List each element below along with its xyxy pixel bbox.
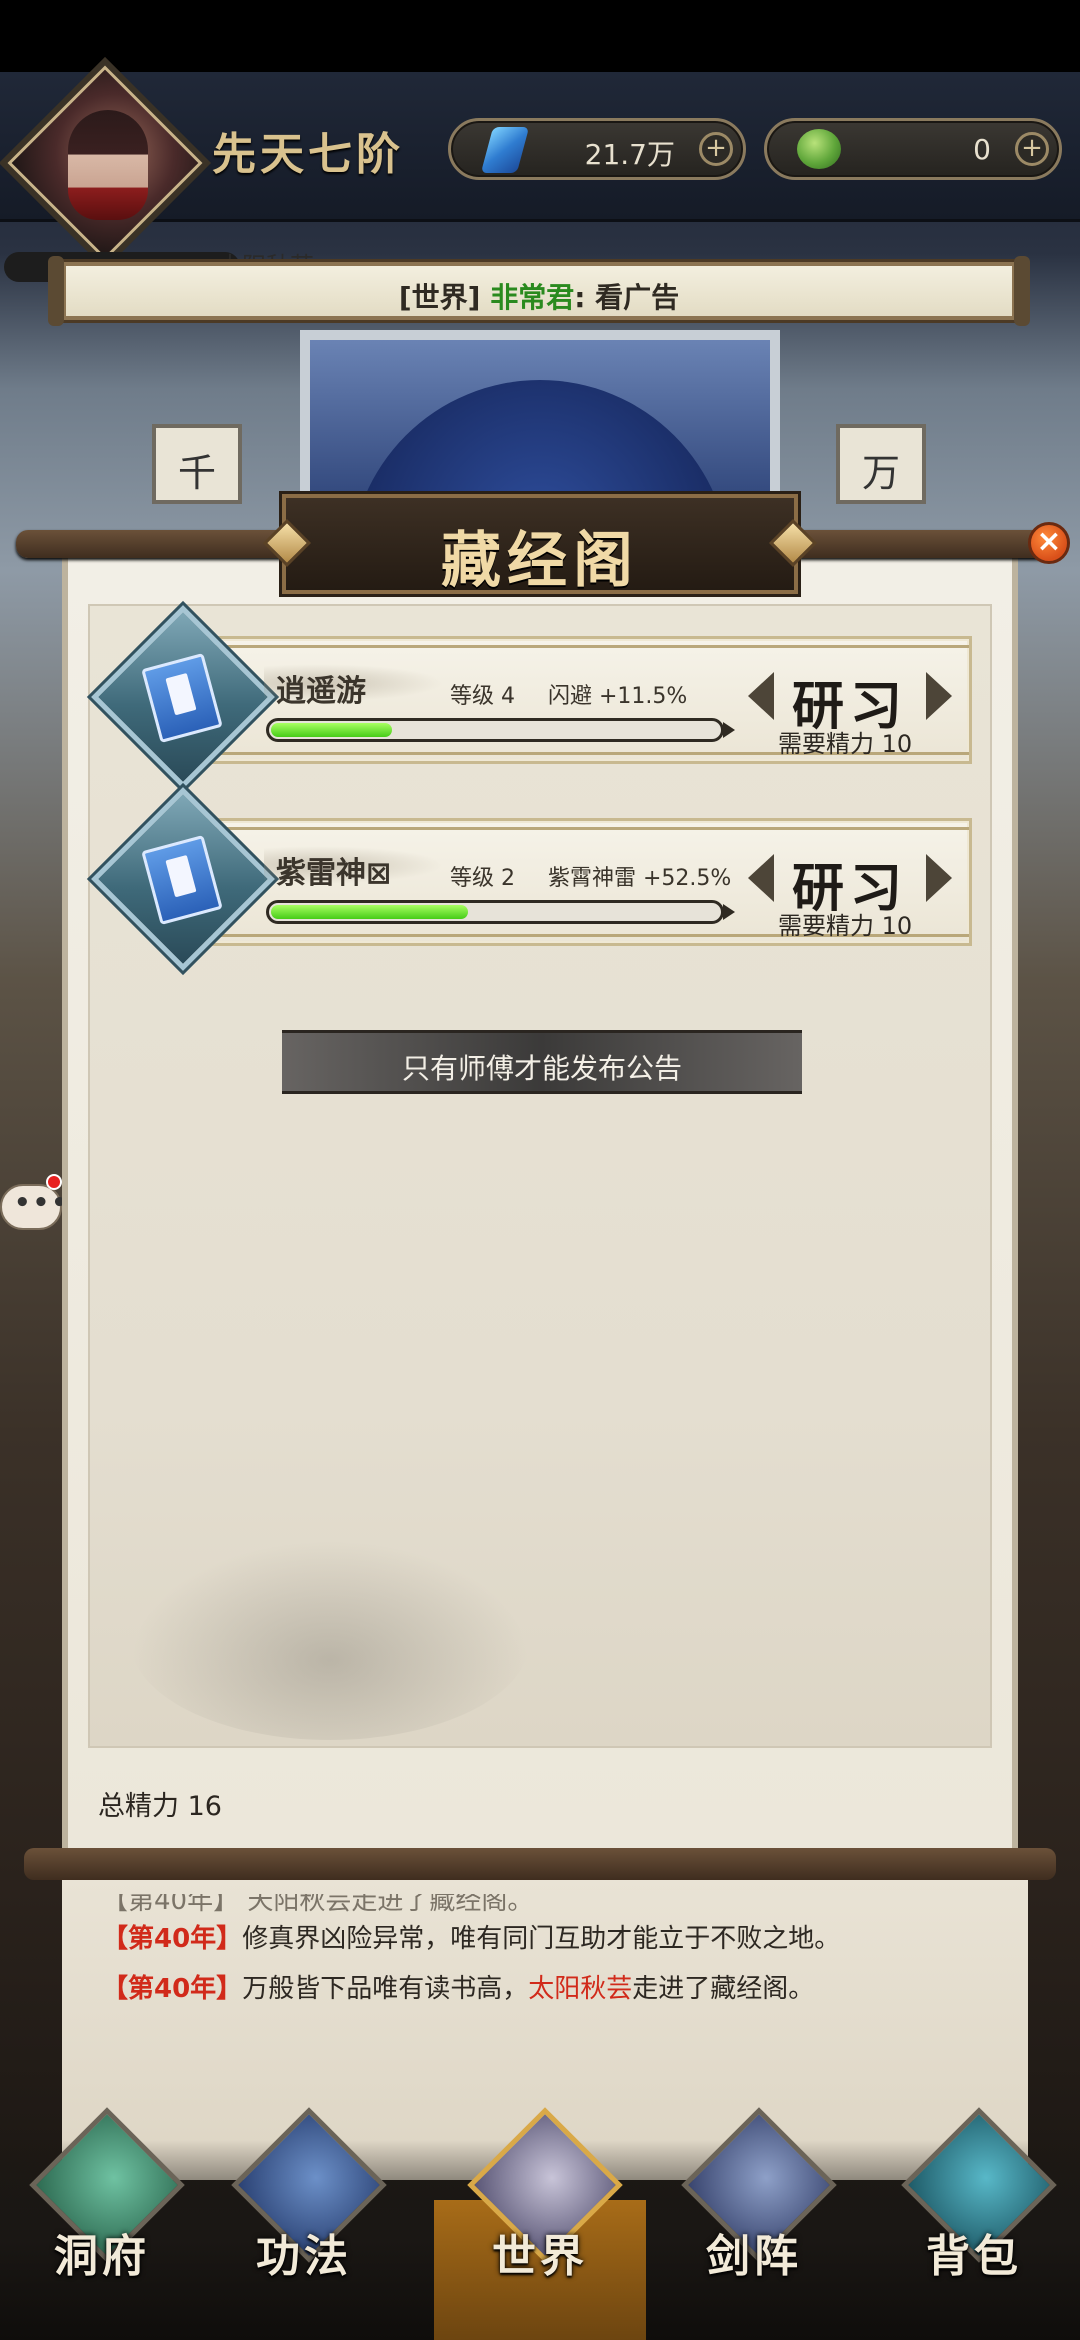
nav-label: 剑阵 [706,2231,802,2282]
scene-banner-right: 万 [836,424,926,504]
broadcast-message: 看广告 [595,281,680,314]
add-jade-button[interactable]: + [1015,132,1049,166]
nav-item-backpack[interactable]: 背包 [884,2107,1064,2340]
log-text: 修真界凶险异常，唯有同门互助才能立于不败之地。 [242,1924,841,1954]
avatar[interactable] [68,110,148,220]
study-button[interactable]: 研习 [748,664,952,737]
close-button[interactable]: × [1028,522,1070,564]
nav-item-techniques[interactable]: 功法 [214,2107,394,2340]
log-year: 【第40年】 [102,1974,243,2004]
notice-text: 只有师傅才能发布公告 [401,1052,682,1085]
status-bar [0,0,1080,72]
log-line: 【第40年】万般皆下品唯有读书高，太阳秋芸走进了藏经阁。 [102,1968,814,2005]
study-button[interactable]: 研习 [748,846,952,919]
nav-item-world[interactable]: 世界 [450,2107,630,2340]
log-line: 【第40年】修真界凶险异常，唯有同门互助才能立于不败之地。 [102,1918,840,1955]
broadcast-channel: [世界] [398,281,481,314]
broadcast-separator: : [574,281,586,314]
panel-title: 藏经阁 [441,526,639,596]
chevron-right-icon [926,854,952,902]
card-rule [183,645,969,648]
skill-level: 等级 4 [450,684,515,709]
scene-banner-left: 千 [152,424,242,504]
stamina-cost: 需要精力 10 [778,912,913,940]
chevron-right-icon [926,672,952,720]
gem-currency: 21.7万 + [448,118,746,180]
chat-notification-dot [46,1174,62,1190]
log-text: 走进了藏经阁。 [632,1974,815,2004]
jade-icon [797,129,841,169]
skill-effect: 紫霄神雷 +52.5% [548,866,732,891]
skill-level: 等级 2 [450,866,515,891]
broadcast-text: [世界] 非常君: 看广告 [66,276,1012,316]
log-highlight-name[interactable]: 太阳秋芸 [528,1974,632,2004]
skill-progress-fill [271,723,392,737]
skill-progress-bar [266,900,735,924]
nav-label: 背包 [926,2231,1022,2282]
broadcast-user[interactable]: 非常君 [490,281,574,314]
panel-title-plaque: 藏经阁 [282,494,798,596]
card-rule [183,827,969,830]
skill-name: 紫雷神⊠ [276,856,392,891]
skill-progress-bar [266,718,735,742]
chat-button[interactable]: ••• [0,1184,68,1230]
scroll-rod-bottom [24,1848,1056,1880]
ink-mist-decoration [130,1540,530,1740]
skill-effect: 闪避 +11.5% [548,684,688,709]
nav-label: 世界 [492,2231,588,2282]
realm-rank: 先天七阶 [212,129,404,180]
world-broadcast[interactable]: [世界] 非常君: 看广告 [48,256,1030,326]
jade-currency: 0 + [764,118,1062,180]
gem-amount: 21.7万 [584,138,675,171]
log-line-partial: 【第40年】 天阳秋芸走进了藏经阁。 [102,1886,534,1916]
gem-icon [480,127,530,173]
nav-label: 功法 [256,2231,352,2282]
total-stamina: 总精力 16 [98,1791,222,1822]
skill-progress-fill [271,905,468,919]
nav-label: 洞府 [54,2231,150,2282]
notice-bar: 只有师傅才能发布公告 [282,1030,802,1094]
add-gems-button[interactable]: + [699,132,733,166]
log-text: 万般皆下品唯有读书高， [242,1974,529,2004]
stamina-cost: 需要精力 10 [778,730,913,758]
jade-amount: 0 [973,133,991,166]
skill-name: 逍遥游 [276,674,366,709]
nav-item-sword-formation[interactable]: 剑阵 [664,2107,844,2340]
nav-item-cave[interactable]: 洞府 [12,2107,192,2340]
log-year: 【第40年】 [102,1924,243,1954]
